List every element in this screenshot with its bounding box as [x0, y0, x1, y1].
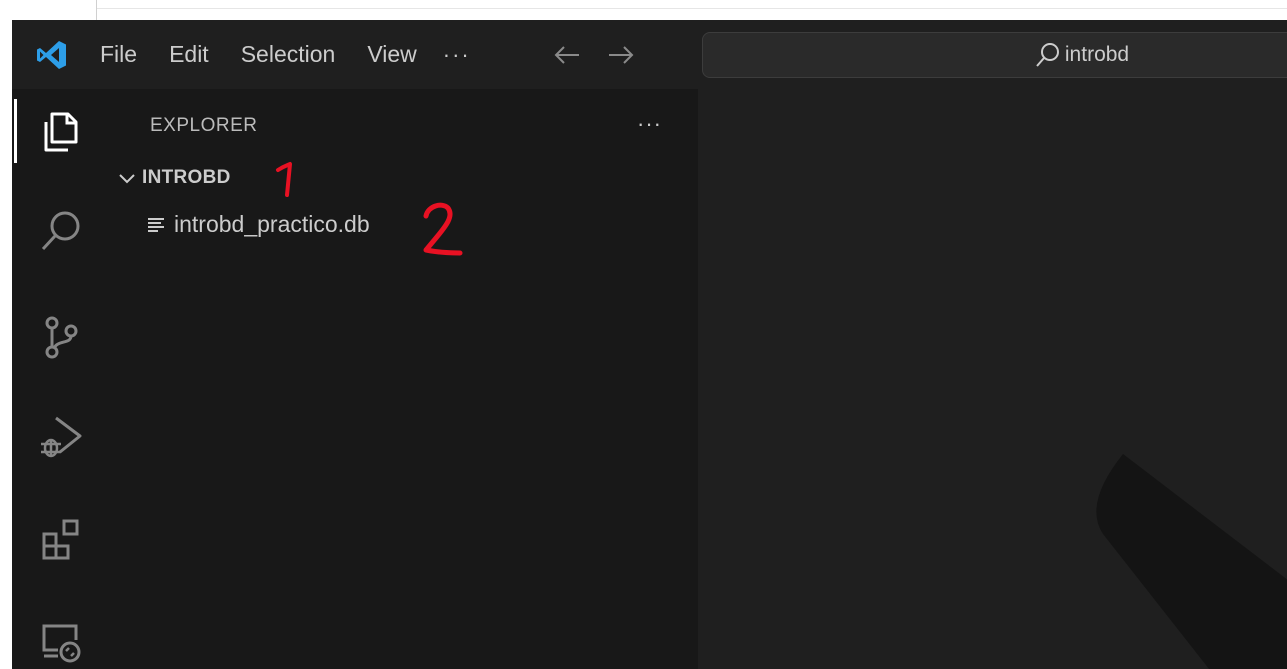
menu-file[interactable]: File	[92, 35, 153, 74]
explorer-sidebar: EXPLORER ··· INTROBD introbd_practico.db	[110, 89, 698, 669]
menu-selection[interactable]: Selection	[225, 35, 352, 74]
annotation-number-1	[276, 162, 292, 197]
extensions-icon[interactable]	[12, 499, 110, 579]
command-center-search[interactable]: introbd	[702, 32, 1287, 78]
search-activity-icon[interactable]	[12, 191, 110, 271]
explorer-more-button[interactable]: ···	[637, 111, 662, 137]
arrow-right-icon[interactable]	[605, 39, 637, 71]
chevron-down-icon	[116, 167, 138, 189]
vscode-logo-icon	[30, 33, 74, 77]
annotation-number-2	[423, 202, 463, 256]
file-name: introbd_practico.db	[174, 211, 370, 237]
editor-area	[698, 89, 1287, 669]
vscode-watermark-icon	[1096, 454, 1287, 669]
folder-name: INTROBD	[142, 167, 231, 188]
menu-bar: File Edit Selection View ···	[92, 35, 481, 74]
activity-bar	[12, 89, 110, 669]
arrow-left-icon[interactable]	[551, 39, 583, 71]
navigation-controls	[551, 39, 659, 71]
file-row[interactable]: introbd_practico.db	[146, 211, 370, 238]
search-text: introbd	[1064, 43, 1130, 66]
run-debug-icon[interactable]	[12, 397, 110, 477]
menu-edit[interactable]: Edit	[153, 35, 225, 74]
vscode-window: File Edit Selection View ··· introbd EXP…	[12, 20, 1287, 669]
menu-view[interactable]: View	[351, 35, 432, 74]
explorer-header: EXPLORER	[150, 115, 258, 136]
remote-explorer-icon[interactable]	[12, 601, 110, 669]
source-control-icon[interactable]	[12, 297, 110, 377]
search-icon	[1035, 42, 1061, 68]
folder-row[interactable]: INTROBD	[116, 167, 231, 189]
title-bar: File Edit Selection View ··· introbd	[12, 20, 1287, 89]
menu-more-button[interactable]: ···	[433, 42, 481, 68]
window-top-strip	[0, 0, 1287, 20]
explorer-icon[interactable]	[12, 91, 110, 171]
strip-divider	[96, 0, 97, 20]
strip-line	[97, 8, 1287, 9]
file-lines-icon	[146, 215, 166, 235]
